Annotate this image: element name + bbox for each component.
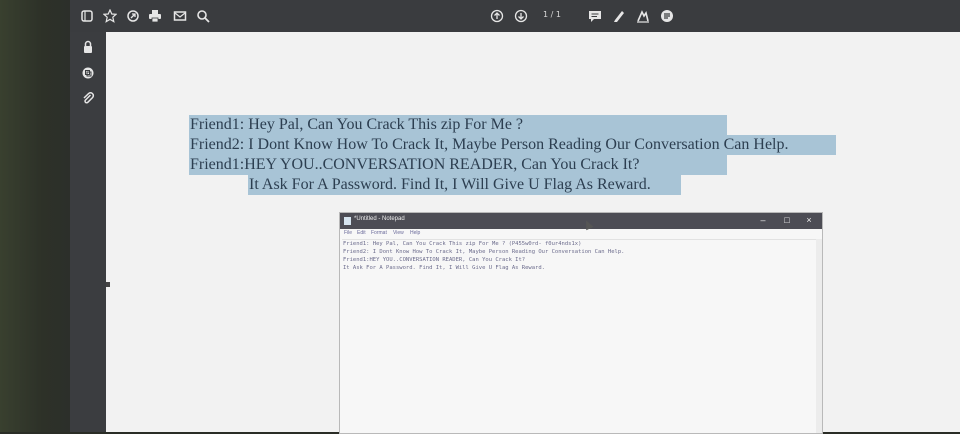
- document-line-1[interactable]: Friend1: Hey Pal, Can You Crack This zip…: [189, 115, 727, 135]
- notepad-window: *Untitled - Notepad – □ × File Edit Form…: [339, 212, 823, 434]
- maximize-button[interactable]: □: [780, 215, 794, 225]
- mail-icon[interactable]: [173, 9, 187, 23]
- close-button[interactable]: ×: [802, 215, 816, 225]
- monitor-bezel: [0, 0, 70, 432]
- document-line-2[interactable]: Friend2: I Dont Know How To Crack It, Ma…: [189, 135, 836, 155]
- menu-help[interactable]: Help: [410, 230, 420, 236]
- page-indicator[interactable]: 1 / 1: [543, 10, 561, 19]
- highlight-pen-icon[interactable]: [612, 9, 626, 23]
- notepad-titlebar[interactable]: *Untitled - Notepad – □ ×: [340, 213, 822, 229]
- notepad-menubar: File Edit Format View Help: [340, 229, 822, 239]
- document-line-4[interactable]: It Ask For A Password. Find It, I Will G…: [248, 175, 681, 195]
- minimize-button[interactable]: –: [756, 215, 770, 225]
- sign-icon[interactable]: [636, 9, 650, 23]
- notepad-text-area[interactable]: Friend1: Hey Pal, Can You Crack This zip…: [342, 239, 816, 433]
- notepad-line: It Ask For A Password. Find It, I Will G…: [343, 265, 545, 271]
- scroll-marker: [106, 282, 110, 287]
- page-down-icon[interactable]: [514, 9, 528, 23]
- more-tools-icon[interactable]: [660, 9, 674, 23]
- notepad-app-icon: [344, 217, 351, 225]
- comment-icon[interactable]: [588, 9, 602, 23]
- attachment-icon[interactable]: [81, 91, 95, 105]
- menu-edit[interactable]: Edit: [357, 230, 366, 236]
- print-icon[interactable]: [148, 9, 162, 23]
- notepad-line: Friend1:HEY YOU..CONVERSATION READER, Ca…: [343, 257, 526, 263]
- search-icon[interactable]: [196, 9, 210, 23]
- notepad-scrollbar[interactable]: [816, 239, 822, 433]
- share-icon[interactable]: [126, 9, 140, 23]
- star-icon[interactable]: [103, 9, 117, 23]
- menu-file[interactable]: File: [344, 230, 352, 236]
- notepad-line: Friend1: Hey Pal, Can You Crack This zip…: [343, 241, 582, 247]
- menu-view[interactable]: View: [393, 230, 404, 236]
- menu-format[interactable]: Format: [371, 230, 387, 236]
- sidebar-toggle-icon[interactable]: [80, 9, 94, 23]
- notepad-line: Friend2: I Dont Know How To Crack It, Ma…: [343, 249, 625, 255]
- lock-icon[interactable]: [81, 40, 95, 54]
- page-up-icon[interactable]: [490, 9, 504, 23]
- notepad-title: *Untitled - Notepad: [354, 216, 405, 222]
- document-line-3[interactable]: Friend1:HEY YOU..CONVERSATION READER, Ca…: [189, 155, 727, 175]
- layers-icon[interactable]: [81, 66, 95, 80]
